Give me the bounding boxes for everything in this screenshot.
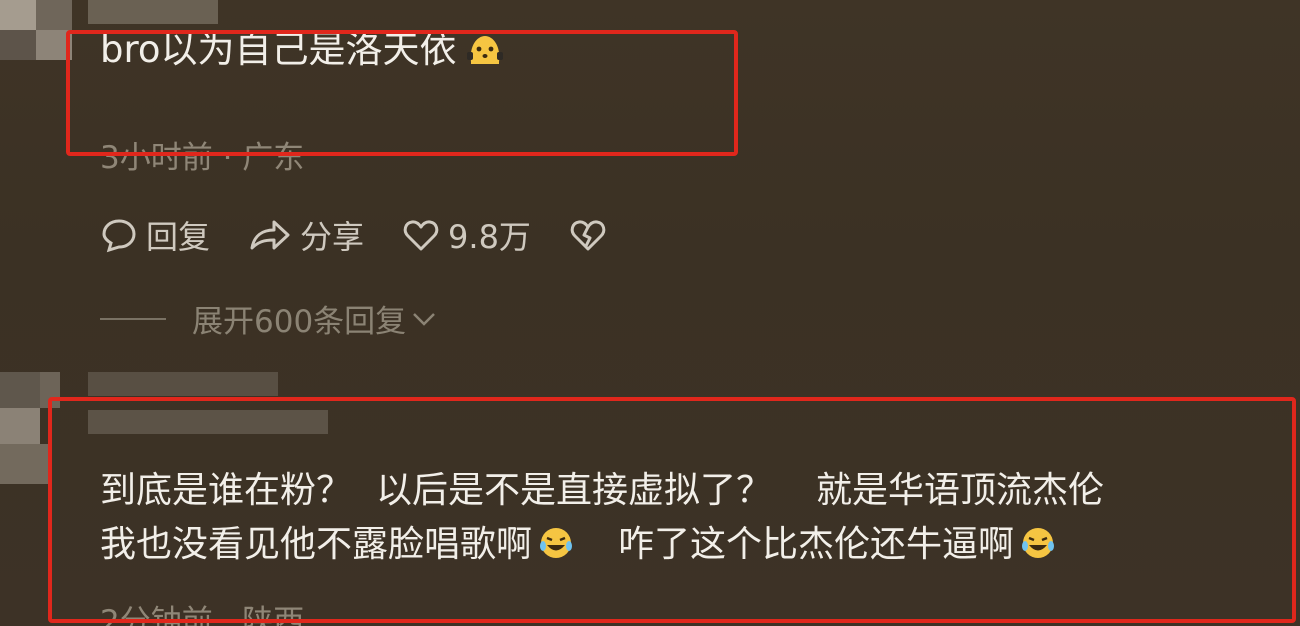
heart-icon xyxy=(403,220,439,251)
share-arrow-icon xyxy=(250,220,290,250)
broken-heart-icon xyxy=(570,220,606,251)
chevron-down-icon xyxy=(413,312,436,326)
expand-replies-label: 展开600条回复 xyxy=(192,304,407,340)
like-button[interactable]: 9.8万 xyxy=(402,212,531,258)
divider-line xyxy=(100,317,166,320)
share-button[interactable]: 分享 xyxy=(248,212,364,258)
share-label: 分享 xyxy=(300,218,365,256)
reply-label: 回复 xyxy=(146,218,211,256)
highlight-box-2 xyxy=(48,397,1296,623)
comment-actions: 回复 分享 9.8万 xyxy=(100,212,653,258)
expand-replies-button[interactable]: 展开600条回复 xyxy=(100,296,438,341)
comment-bubble-icon xyxy=(102,219,136,253)
reply-button[interactable]: 回复 xyxy=(100,212,210,258)
comment-page: bro以为自己是洛天依 3小时前 · 广东 回复 分享 9.8万 展开600条回… xyxy=(0,0,1300,626)
highlight-box-1 xyxy=(66,30,738,156)
dislike-button[interactable] xyxy=(569,216,615,254)
like-count: 9.8万 xyxy=(448,218,531,256)
